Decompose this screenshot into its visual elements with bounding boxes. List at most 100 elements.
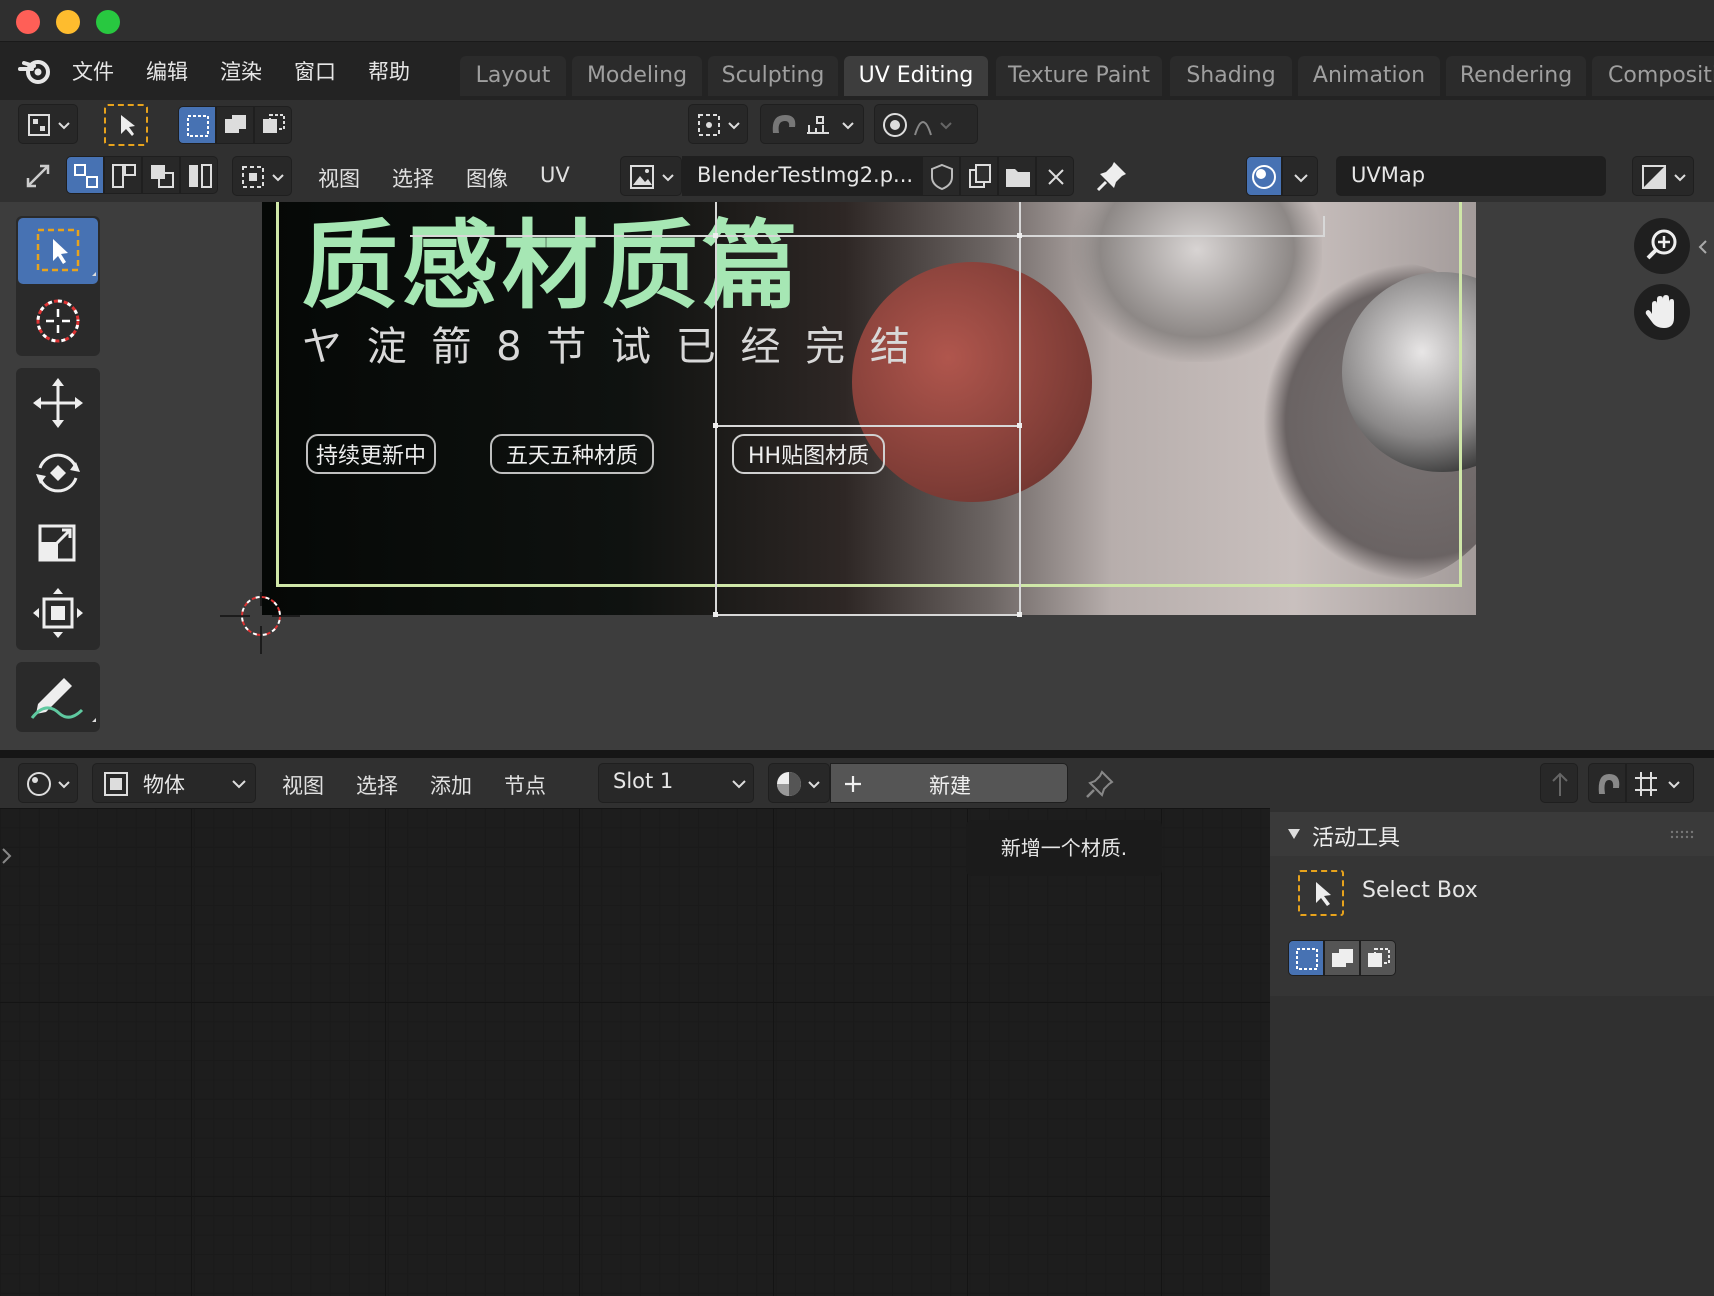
tab-layout[interactable]: Layout — [460, 56, 566, 96]
uv-menu-uv[interactable]: UV — [540, 163, 570, 187]
open-image-folder-icon[interactable] — [998, 156, 1036, 196]
tab-uv-editing[interactable]: UV Editing — [844, 56, 988, 96]
uv-menu-view[interactable]: 视图 — [318, 163, 360, 193]
tab-sculpting[interactable]: Sculpting — [708, 56, 838, 96]
node-menu-node[interactable]: 节点 — [504, 770, 546, 800]
tab-animation[interactable]: Animation — [1298, 56, 1440, 96]
sync-selection-icon[interactable] — [18, 156, 58, 196]
cursor-tool[interactable] — [18, 288, 98, 354]
new-material-button[interactable]: 新建 — [830, 763, 1068, 803]
toolbar-transform-group — [16, 368, 100, 650]
node-editor-canvas[interactable] — [0, 808, 1270, 1296]
2d-cursor-icon[interactable] — [220, 592, 300, 662]
shader-type-label: 物体 — [143, 773, 185, 797]
toolbar-expand-chevron-right-icon[interactable] — [0, 844, 14, 868]
top-bar: 文件 编辑 渲染 窗口 帮助 Layout Modeling Sculpting… — [0, 42, 1714, 100]
sticky-selection-dropdown[interactable] — [232, 156, 292, 196]
shader-type-dropdown[interactable]: 物体 — [92, 763, 256, 803]
blender-logo-icon[interactable] — [18, 54, 52, 88]
overlay-options-dropdown[interactable] — [1282, 156, 1318, 196]
chevron-down-icon — [732, 780, 746, 789]
proportional-editing-dropdown[interactable] — [874, 104, 978, 144]
select-mode-set-button[interactable] — [1288, 940, 1324, 976]
annotate-tool[interactable] — [18, 664, 98, 730]
tab-texture-paint[interactable]: Texture Paint — [996, 56, 1162, 96]
duplicate-image-icon[interactable] — [960, 156, 998, 196]
image-browse-dropdown[interactable] — [620, 156, 682, 196]
new-material-label: 新建 — [929, 774, 971, 798]
select-mode-subtract-button[interactable] — [1360, 940, 1396, 976]
mode-set-button[interactable] — [178, 106, 216, 144]
tab-rendering[interactable]: Rendering — [1446, 56, 1586, 96]
material-slot-dropdown[interactable]: Slot 1 — [598, 763, 754, 803]
uv-island-select-button[interactable] — [180, 156, 218, 194]
move-tool[interactable] — [18, 370, 98, 436]
transform-tool[interactable] — [18, 580, 98, 646]
pan-view-hand-icon[interactable] — [1634, 284, 1690, 340]
active-tool-name: Select Box — [1362, 878, 1478, 903]
close-window-button[interactable] — [16, 10, 40, 34]
pin-node-tree-icon[interactable] — [1082, 766, 1118, 802]
sidebar-toggle-chevron-left-icon[interactable] — [1692, 232, 1714, 262]
chevron-down-icon — [232, 780, 246, 789]
zoom-view-icon[interactable] — [1634, 218, 1690, 274]
zoom-window-button[interactable] — [96, 10, 120, 34]
scale-tool[interactable] — [18, 510, 98, 576]
minimize-window-button[interactable] — [56, 10, 80, 34]
tab-shading[interactable]: Shading — [1170, 56, 1292, 96]
uv-vertex-select-button[interactable] — [66, 156, 104, 194]
node-snapping-toggle-icon[interactable] — [1588, 763, 1626, 803]
node-snap-mode-dropdown[interactable] — [1626, 763, 1694, 803]
node-menu-select[interactable]: 选择 — [356, 770, 398, 800]
snapping-dropdown[interactable] — [760, 104, 864, 144]
rotate-tool[interactable] — [18, 440, 98, 506]
active-tool-panel-body: Select Box — [1270, 856, 1714, 996]
display-channels-dropdown[interactable] — [1632, 156, 1694, 196]
image-name-field[interactable]: BlenderTestImg2.p... — [682, 156, 922, 196]
tab-modeling[interactable]: Modeling — [572, 56, 702, 96]
area-split-divider[interactable] — [0, 750, 1714, 758]
menu-file[interactable]: 文件 — [72, 56, 114, 86]
menu-window[interactable]: 窗口 — [294, 56, 336, 86]
uv-menu-image[interactable]: 图像 — [466, 163, 508, 193]
editor-type-dropdown[interactable] — [18, 104, 78, 144]
uv-overlay-toggle-icon[interactable] — [1246, 156, 1282, 196]
active-tool-panel-header[interactable]: 活动工具 — [1270, 812, 1714, 856]
node-menu-view[interactable]: 视图 — [282, 770, 324, 800]
parent-node-tree-icon[interactable] — [1540, 763, 1578, 803]
menu-render[interactable]: 渲染 — [220, 56, 262, 86]
mode-extend-button[interactable] — [216, 106, 254, 144]
drag-handle-icon[interactable] — [1670, 830, 1694, 840]
collapse-triangle-icon — [1288, 829, 1300, 839]
material-browse-dropdown[interactable] — [768, 763, 830, 803]
fake-user-shield-icon[interactable] — [922, 156, 960, 196]
new-material-tooltip: 新增一个材质. — [966, 820, 1162, 876]
uv-viewport[interactable]: 质感材质篇 ヤ 淀 箭 8 节 试 已 经 完 结 持续更新中 五天五种材质 H… — [0, 202, 1714, 750]
node-sidebar-panel: 活动工具 Select Box — [1270, 808, 1714, 1296]
object-icon — [104, 772, 128, 796]
uv-editor-header: 视图 选择 图像 UV BlenderTestImg2.p... UVMap — [0, 150, 1714, 202]
menu-help[interactable]: 帮助 — [368, 56, 410, 86]
node-editor-type-dropdown[interactable] — [18, 763, 78, 803]
toolbar-selection-group — [16, 216, 100, 356]
mode-subtract-button[interactable] — [254, 106, 292, 144]
uv-edge-select-button[interactable] — [104, 156, 142, 194]
select-box-tool-button[interactable] — [104, 104, 148, 146]
window-title-bar — [0, 0, 1714, 42]
tab-compositing[interactable]: Compositi — [1592, 56, 1714, 96]
select-box-icon — [1298, 870, 1344, 916]
uv-face-select-button[interactable] — [142, 156, 180, 194]
uv-map-field[interactable]: UVMap — [1336, 156, 1606, 196]
select-box-tool[interactable] — [18, 218, 98, 284]
unlink-image-close-icon[interactable] — [1036, 156, 1074, 196]
node-menu-add[interactable]: 添加 — [430, 770, 472, 800]
select-mode-extend-button[interactable] — [1324, 940, 1360, 976]
active-tool-panel-title: 活动工具 — [1312, 826, 1401, 851]
uv-menu-select[interactable]: 选择 — [392, 163, 434, 193]
uv-mesh-wireframe — [410, 202, 1325, 617]
material-slot-label: Slot 1 — [613, 769, 674, 793]
pin-image-icon[interactable] — [1092, 156, 1132, 196]
node-editor-header: 物体 视图 选择 添加 节点 Slot 1 新建 — [0, 758, 1714, 808]
pivot-point-dropdown[interactable] — [688, 104, 748, 144]
menu-edit[interactable]: 编辑 — [146, 56, 188, 86]
